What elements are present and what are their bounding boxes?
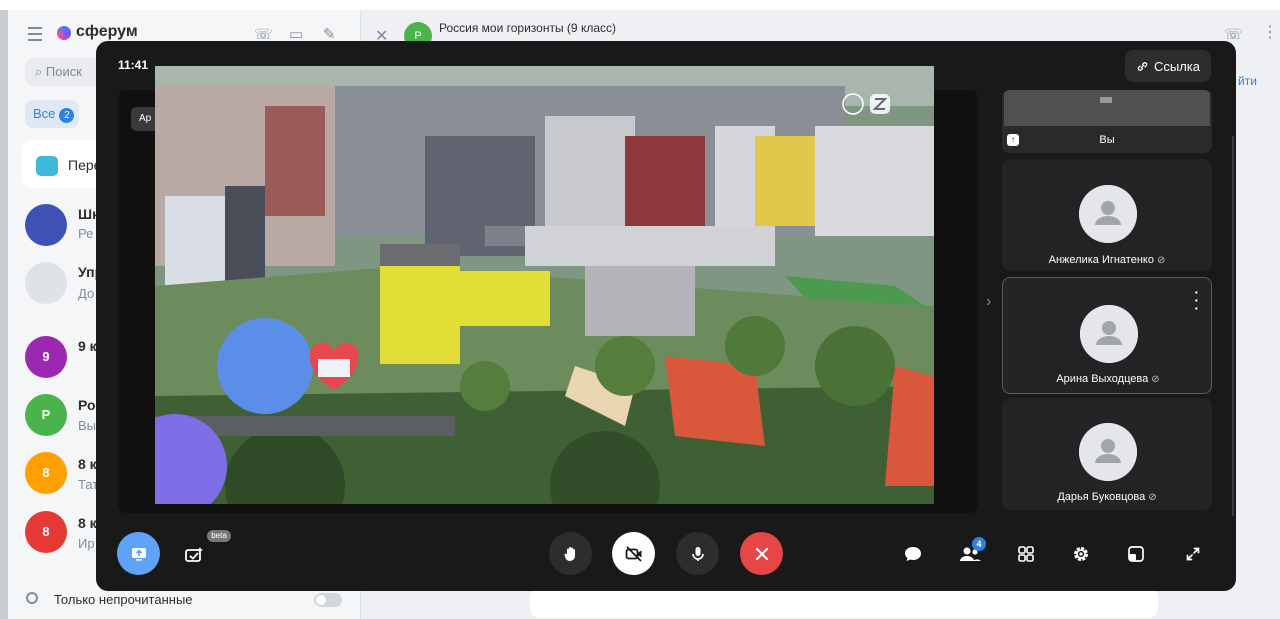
chat-avatar-5[interactable]: 8 bbox=[25, 511, 67, 553]
tile-menu-icon[interactable]: · · · bbox=[1194, 285, 1199, 315]
chat-avatar-2[interactable]: 9 bbox=[25, 336, 67, 378]
layout-grid-button[interactable] bbox=[1014, 542, 1038, 566]
beta-badge: beta bbox=[207, 530, 231, 542]
camera-off-icon bbox=[625, 545, 642, 562]
unread-only-toggle[interactable] bbox=[314, 593, 342, 607]
participant-avatar-1 bbox=[1080, 305, 1138, 363]
participant-tile-2[interactable]: Дарья Буковцова ⊘ bbox=[1002, 398, 1212, 510]
participant-tile-1[interactable]: · · · Арина Выходцева ⊘ bbox=[1002, 277, 1212, 394]
app-logo-text: сферум bbox=[76, 23, 138, 40]
mic-muted-icon: ⊘ bbox=[1148, 492, 1157, 503]
call-window: 11:41 Ссылка Ар › ↑ Вы Анжелика Игнатенк… bbox=[96, 41, 1236, 591]
chat-icon bbox=[905, 547, 921, 561]
screen-share-button[interactable] bbox=[117, 532, 160, 575]
unread-only-label: Только непрочитанные bbox=[54, 592, 193, 607]
phone-icon[interactable]: ☏ bbox=[1224, 25, 1243, 43]
copy-link-button[interactable]: Ссылка bbox=[1125, 50, 1211, 82]
picture-in-picture-icon bbox=[1128, 546, 1144, 562]
chat-preview-1: До bbox=[78, 286, 95, 301]
fullscreen-icon bbox=[1186, 547, 1200, 561]
participant-name-1: Арина Выходцева ⊘ bbox=[1056, 373, 1160, 385]
end-call-button[interactable] bbox=[740, 532, 783, 575]
filter-count-badge: 2 bbox=[59, 108, 75, 123]
fullscreen-button[interactable] bbox=[1181, 542, 1205, 566]
user-avatar-icon bbox=[1079, 423, 1137, 481]
chat-button[interactable] bbox=[901, 542, 925, 566]
user-avatar-icon bbox=[1079, 185, 1137, 243]
participant-avatar-2 bbox=[1079, 423, 1137, 481]
search-icon: ⌕ bbox=[35, 64, 46, 79]
chat-preview-0: Ре bbox=[78, 226, 94, 241]
microphone-button[interactable] bbox=[676, 532, 719, 575]
screen-share-icon bbox=[131, 547, 146, 561]
settings-button[interactable] bbox=[1069, 542, 1093, 566]
self-video-thumbnail bbox=[1004, 90, 1210, 126]
chat-name-4[interactable]: 8 к bbox=[78, 456, 97, 472]
chat-name-5[interactable]: 8 к bbox=[78, 515, 97, 531]
unread-filter-icon bbox=[26, 592, 38, 604]
chat-avatar-3[interactable]: Р bbox=[25, 394, 67, 436]
participant-name-0: Анжелика Игнатенко ⊘ bbox=[1048, 254, 1166, 266]
chat-header-title[interactable]: Россия мои горизонты (9 класс) bbox=[439, 21, 616, 35]
left-edge-strip bbox=[0, 10, 8, 619]
chat-avatar-0[interactable] bbox=[25, 204, 67, 246]
sferum-logo-icon bbox=[57, 26, 71, 40]
participant-avatar-0 bbox=[1079, 185, 1137, 243]
message-composer[interactable] bbox=[530, 588, 1158, 618]
microphone-icon bbox=[691, 546, 704, 561]
self-label: Вы bbox=[1099, 134, 1115, 146]
link-icon bbox=[1137, 61, 1148, 71]
picture-in-picture-button[interactable] bbox=[1124, 542, 1148, 566]
menu-icon[interactable] bbox=[28, 27, 42, 41]
call-clock: 11:41 bbox=[118, 58, 149, 72]
settings-icon bbox=[1074, 547, 1088, 561]
mic-muted-icon: ⊘ bbox=[1156, 255, 1166, 266]
effects-button[interactable] bbox=[182, 543, 206, 567]
raise-hand-icon bbox=[563, 546, 575, 561]
user-avatar-icon bbox=[1080, 305, 1138, 363]
top-bar bbox=[0, 0, 1280, 10]
chat-preview-5: Ир bbox=[78, 536, 95, 551]
participants-count-badge: 4 bbox=[972, 537, 986, 551]
more-options-icon[interactable]: ⋮ bbox=[1262, 22, 1278, 42]
self-video-tile[interactable]: ↑ Вы bbox=[1002, 90, 1212, 153]
effects-icon bbox=[185, 547, 203, 562]
chat-avatar-1[interactable] bbox=[25, 262, 67, 304]
mic-muted-icon: ⊘ bbox=[1151, 374, 1160, 385]
chat-name-2[interactable]: 9 к bbox=[78, 338, 97, 354]
next-participants-arrow-icon[interactable]: › bbox=[986, 293, 991, 311]
chat-avatar-4[interactable]: 8 bbox=[25, 452, 67, 494]
join-call-link[interactable]: йти bbox=[1238, 74, 1257, 88]
camera-toggle-button[interactable] bbox=[612, 532, 655, 575]
grid-layout-icon bbox=[1018, 546, 1034, 562]
filter-all-tab[interactable]: Все 2 bbox=[25, 100, 79, 128]
chat-preview-3: Вы bbox=[78, 418, 97, 433]
participant-name-2: Дарья Буковцова ⊘ bbox=[1057, 491, 1157, 503]
shared-screen-video bbox=[155, 66, 934, 504]
participants-scrollbar[interactable] bbox=[1232, 136, 1234, 516]
participant-tile-0[interactable]: Анжелика Игнатенко ⊘ bbox=[1002, 159, 1212, 271]
raise-hand-button[interactable] bbox=[549, 532, 592, 575]
pinned-chat-icon bbox=[36, 156, 58, 176]
end-call-icon bbox=[755, 547, 768, 560]
